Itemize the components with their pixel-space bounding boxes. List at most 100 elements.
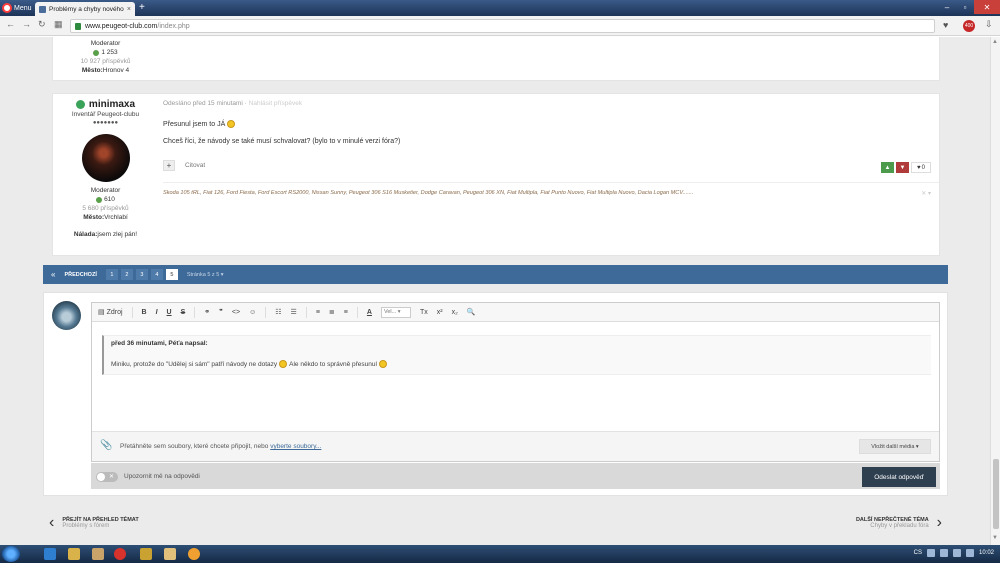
- signature: Škoda 105 tRL, Fiat 126, Ford Fiesta, Fo…: [163, 190, 694, 196]
- italic-button[interactable]: I: [156, 309, 158, 316]
- vote-down-button[interactable]: ▼: [896, 162, 909, 173]
- signature-hide-icon[interactable]: ✕ ▾: [921, 190, 931, 197]
- language-indicator[interactable]: CS: [914, 550, 922, 556]
- text-color-icon[interactable]: A: [367, 309, 372, 316]
- page-3-button[interactable]: 3: [135, 269, 148, 280]
- link-icon[interactable]: ⚭: [204, 308, 210, 316]
- bookmark-heart-icon[interactable]: ♥: [943, 20, 948, 30]
- subscript-icon[interactable]: x₂: [452, 309, 458, 316]
- underline-button[interactable]: U: [167, 309, 172, 316]
- reload-icon[interactable]: ↻: [38, 19, 46, 30]
- preview-icon[interactable]: 🔍: [467, 308, 476, 316]
- clock[interactable]: 10:02: [979, 550, 994, 556]
- new-tab-icon[interactable]: +: [139, 2, 145, 14]
- post-time[interactable]: Odesláno před 15 minutami: [163, 100, 243, 107]
- page-5-button-current[interactable]: 5: [165, 269, 178, 280]
- scrollbar-thumb[interactable]: [993, 459, 999, 529]
- browser-menu-button[interactable]: Menu: [0, 0, 34, 16]
- next-unread-topic-link[interactable]: DALŠÍ NEPŘEČTENÉ TÉMA Chyby v překladu f…: [856, 514, 942, 532]
- page-2-button[interactable]: 2: [120, 269, 133, 280]
- notify-label: Upozornit mě na odpovědi: [124, 473, 200, 480]
- explorer-icon[interactable]: [68, 548, 80, 560]
- page-4-button[interactable]: 4: [150, 269, 163, 280]
- vote-count: ♥ 0: [911, 162, 931, 173]
- nav-left-subtitle: Problémy s fórem: [62, 523, 110, 529]
- post-text-line: Chceš říci, že návody se také musí schva…: [163, 138, 400, 145]
- vote-up-button[interactable]: ▲: [881, 162, 894, 173]
- tray-icon[interactable]: [939, 549, 948, 557]
- back-icon[interactable]: ←: [6, 19, 15, 29]
- quote-button[interactable]: Citovat: [185, 162, 205, 169]
- page-scrollbar[interactable]: ▲ ▼: [990, 37, 1000, 545]
- quote-icon[interactable]: ❞: [219, 308, 223, 316]
- code-icon[interactable]: <>: [232, 309, 240, 316]
- mood-value: jsem zlej pán!: [97, 231, 138, 238]
- previous-page-button[interactable]: PŘEDCHOZÍ: [64, 272, 96, 278]
- os-taskbar: CS 10:02: [0, 545, 1000, 563]
- multiquote-plus-button[interactable]: +: [163, 160, 175, 171]
- chrome-icon[interactable]: [188, 548, 200, 560]
- bullet-list-icon[interactable]: ☷: [275, 308, 281, 316]
- back-to-topics-link[interactable]: ‹ PŘEJÍT NA PŘEHLED TÉMAT Problémy s fór…: [49, 514, 139, 532]
- post-previous: Moderator 1 253 10 927 příspěvků Město:H…: [52, 37, 940, 81]
- align-center-icon[interactable]: ≣: [329, 308, 335, 316]
- post-line-2: Chceš říci, že návody se také musí schva…: [163, 138, 401, 145]
- emoji-icon[interactable]: ☺: [249, 309, 256, 316]
- speed-dial-icon[interactable]: ▦: [54, 19, 63, 30]
- forward-icon[interactable]: →: [22, 19, 31, 29]
- tray-icon[interactable]: [926, 549, 935, 557]
- start-button-icon[interactable]: [2, 546, 20, 562]
- window-close-icon[interactable]: ✕: [974, 0, 1000, 14]
- attachment-dropzone[interactable]: 📎 Přetáhněte sem soubory, které chcete p…: [92, 431, 939, 461]
- extension-badge-icon[interactable]: 400: [963, 20, 975, 32]
- page-jump-dropdown[interactable]: Stránka 5 z 5 ▾: [187, 272, 224, 278]
- author-reputation: 1 253: [53, 48, 158, 57]
- maximize-icon[interactable]: ▫: [956, 0, 974, 14]
- align-left-icon[interactable]: ≡: [316, 309, 320, 316]
- volume-icon[interactable]: [965, 549, 974, 557]
- media-icon[interactable]: [92, 548, 104, 560]
- tab-title: Problémy a chyby nového: [49, 5, 124, 13]
- page-1-button[interactable]: 1: [105, 269, 118, 280]
- source-button[interactable]: ▤ Zdroj: [98, 308, 123, 316]
- browser-tab-active[interactable]: Problémy a chyby nového ×: [35, 2, 135, 16]
- tab-close-icon[interactable]: ×: [127, 6, 131, 13]
- opera-taskbar-icon[interactable]: [114, 548, 126, 560]
- author-name[interactable]: minimaxa: [53, 100, 158, 110]
- minimize-icon[interactable]: –: [938, 0, 956, 14]
- pagination: « PŘEDCHOZÍ 1 2 3 4 5 Stránka 5 z 5 ▾: [43, 265, 948, 284]
- avatar[interactable]: [81, 134, 130, 182]
- download-icon[interactable]: ⇩: [985, 19, 993, 30]
- ie-icon[interactable]: [44, 548, 56, 560]
- toggle-off-icon: ✕: [109, 474, 115, 480]
- smiley-icon: [279, 360, 288, 368]
- author-post-count: 5 680 příspěvků: [82, 205, 129, 212]
- numbered-list-icon[interactable]: ☰: [291, 308, 297, 316]
- report-link[interactable]: Nahlásit příspěvek: [249, 100, 302, 107]
- quote-text: Miniku, protože do "Udělej si sám" patří…: [111, 360, 387, 368]
- insert-media-button[interactable]: Vložit další média ▾: [859, 439, 931, 454]
- menu-label: Menu: [14, 4, 32, 12]
- nav-right-subtitle: Chyby v překladu fóra: [870, 523, 929, 529]
- notify-toggle[interactable]: ✕: [96, 472, 118, 482]
- scroll-down-icon[interactable]: ▼: [992, 535, 998, 541]
- submit-reply-button[interactable]: Odeslat odpověď: [862, 467, 936, 487]
- align-right-icon[interactable]: ≡: [344, 309, 348, 316]
- source-label: Zdroj: [106, 309, 123, 316]
- quoted-message[interactable]: před 36 minutami, Péťa napsal: Miniku, p…: [102, 335, 931, 375]
- font-size-select[interactable]: Vel... ▾: [380, 306, 411, 318]
- strikethrough-button[interactable]: S: [181, 309, 186, 316]
- choose-files-link[interactable]: vyberte soubory...: [270, 443, 321, 450]
- scroll-up-icon[interactable]: ▲: [992, 39, 998, 45]
- username[interactable]: minimaxa: [89, 100, 135, 110]
- opera-logo-icon: [2, 3, 12, 13]
- clear-format-icon[interactable]: Tx: [420, 309, 428, 316]
- superscript-icon[interactable]: x²: [437, 309, 443, 316]
- post-line-1: Přesunul jsem to JÁ: [163, 120, 226, 128]
- first-page-button[interactable]: «: [51, 270, 55, 279]
- url-input[interactable]: www.peugeot-club.com/index.php: [70, 19, 935, 33]
- app-icon[interactable]: [140, 548, 152, 560]
- app2-icon[interactable]: [164, 548, 176, 560]
- network-icon[interactable]: [952, 549, 961, 557]
- bold-button[interactable]: B: [142, 309, 147, 316]
